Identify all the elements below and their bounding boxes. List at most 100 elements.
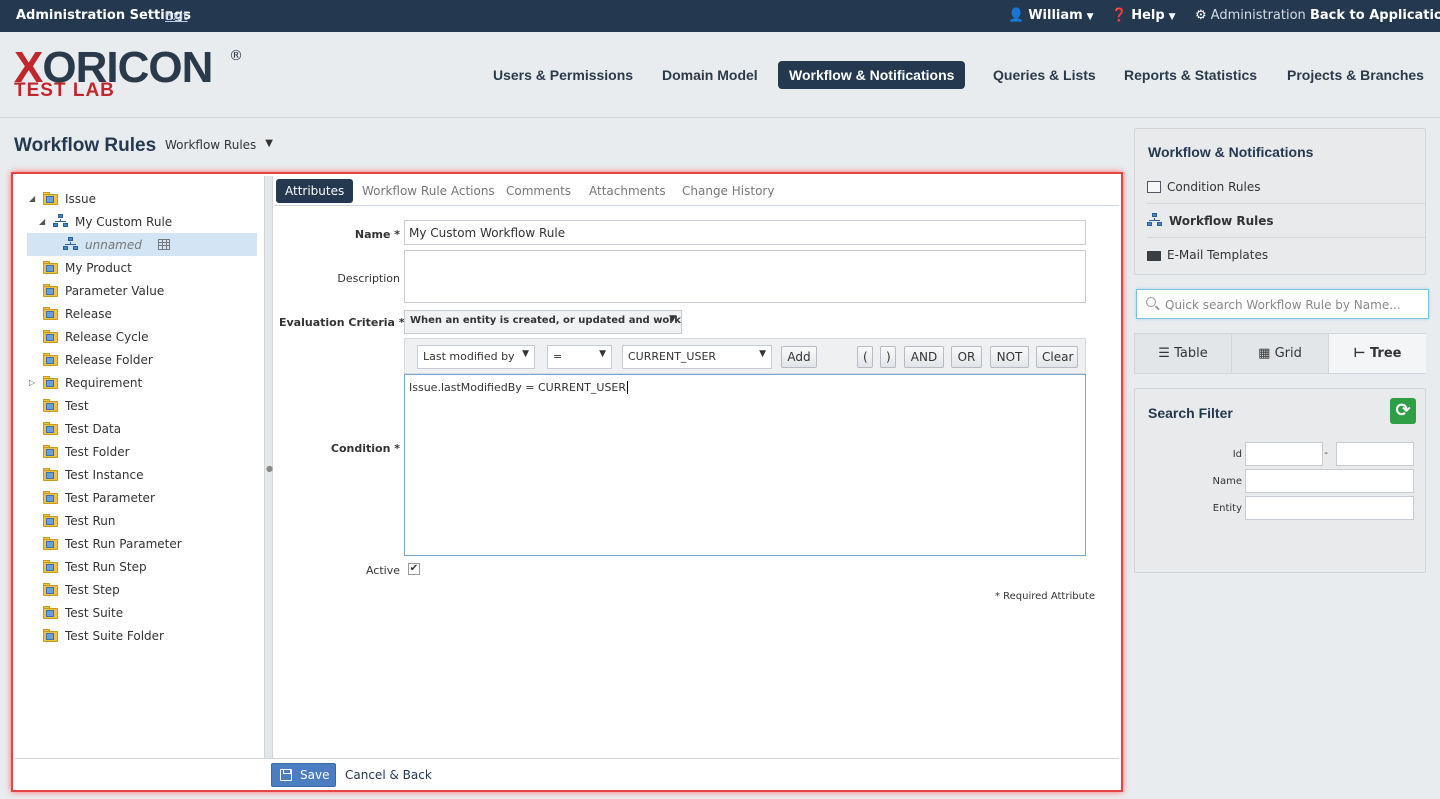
exit-link[interactable]: Exit xyxy=(165,9,188,23)
admin-link[interactable]: ⚙ Administration xyxy=(1195,8,1306,23)
collapse-icon[interactable]: ◢ xyxy=(29,188,35,210)
tree-item[interactable]: Test xyxy=(43,395,89,417)
tab-bar: Attributes Workflow Rule Actions Comment… xyxy=(274,176,1119,206)
view-table-button[interactable]: ☰ Table xyxy=(1135,334,1232,373)
user-icon: 👤 xyxy=(1008,8,1025,23)
sidebar-item-label: Condition Rules xyxy=(1167,180,1261,194)
nav-projects-branches[interactable]: Projects & Branches xyxy=(1276,61,1435,89)
view-tree-button[interactable]: ⊢ Tree xyxy=(1329,334,1426,373)
folder-icon xyxy=(43,284,59,297)
chevron-down-icon: ▼ xyxy=(265,138,273,149)
tree-item-label: Test Instance xyxy=(65,468,144,482)
folder-icon xyxy=(43,353,59,366)
save-button[interactable]: Save xyxy=(271,763,336,787)
user-menu[interactable]: 👤 William ▼ xyxy=(1008,8,1094,23)
collapse-icon[interactable]: ◢ xyxy=(39,211,45,233)
nav-users-permissions[interactable]: Users & Permissions xyxy=(482,61,644,89)
quick-search-input[interactable]: Quick search Workflow Rule by Name... xyxy=(1136,289,1429,319)
nav-domain-model[interactable]: Domain Model xyxy=(651,61,769,89)
and-button[interactable]: AND xyxy=(904,346,944,368)
pane-splitter[interactable]: ● xyxy=(265,176,273,758)
filter-id-to-input[interactable] xyxy=(1336,442,1414,466)
tree-item-label: Test Suite xyxy=(65,606,124,620)
tree-item[interactable]: Release Folder xyxy=(43,349,153,371)
description-label: Description xyxy=(337,272,400,285)
filter-name-input[interactable] xyxy=(1245,469,1414,493)
tree-item[interactable]: Release Cycle xyxy=(43,326,149,348)
sidebar-item-email-templates[interactable]: E-Mail Templates xyxy=(1147,239,1425,272)
tree-item-label: Test xyxy=(65,399,89,413)
folder-icon xyxy=(43,491,59,504)
open-paren-button[interactable]: ( xyxy=(857,346,873,368)
not-button[interactable]: NOT xyxy=(990,346,1029,368)
folder-icon xyxy=(43,629,59,642)
folder-icon xyxy=(43,399,59,412)
tree-item-issue[interactable]: ◢ Issue xyxy=(29,188,96,210)
tree-item[interactable]: Test Suite xyxy=(43,602,123,624)
nav-queries-lists[interactable]: Queries & Lists xyxy=(982,61,1107,89)
sidebar-item-workflow-rules[interactable]: Workflow Rules xyxy=(1147,205,1425,238)
chevron-down-icon: ▼ xyxy=(1168,12,1176,22)
tab-attachments[interactable]: Attachments xyxy=(580,179,675,203)
save-icon xyxy=(280,769,292,781)
tree-item[interactable]: My Product xyxy=(43,257,132,279)
tab-change-history[interactable]: Change History xyxy=(673,179,783,203)
tree-item-label: unnamed xyxy=(85,238,142,252)
tree-item[interactable]: Release xyxy=(43,303,112,325)
tab-comments[interactable]: Comments xyxy=(497,179,580,203)
condition-field[interactable]: Issue.lastModifiedBy = CURRENT_USER xyxy=(404,374,1086,556)
grid-icon[interactable] xyxy=(157,239,170,250)
cancel-back-link[interactable]: Cancel & Back xyxy=(345,768,432,782)
description-field[interactable] xyxy=(404,250,1086,303)
tree-item[interactable]: Test Suite Folder xyxy=(43,625,164,647)
text-cursor xyxy=(627,381,629,394)
folder-icon xyxy=(43,583,59,596)
view-select[interactable]: Workflow Rules ▼ xyxy=(165,138,277,152)
tree-item[interactable]: Test Parameter xyxy=(43,487,155,509)
sidebar-item-label: E-Mail Templates xyxy=(1167,248,1269,262)
sidebar-item-label: Workflow Rules xyxy=(1169,214,1274,228)
tree-item[interactable]: ▷ Requirement xyxy=(29,372,142,394)
tree-item-unnamed[interactable]: unnamed xyxy=(63,234,170,256)
nav-reports-statistics[interactable]: Reports & Statistics xyxy=(1113,61,1268,89)
name-input[interactable] xyxy=(404,220,1086,245)
help-menu[interactable]: ❓ Help ▼ xyxy=(1111,8,1176,23)
evaluation-criteria-select[interactable]: When an entity is created, or updated an… xyxy=(404,310,682,334)
refresh-icon[interactable]: ⟳ xyxy=(1390,398,1416,424)
chevron-down-icon: ▼ xyxy=(522,349,529,359)
operator-select[interactable]: = ▼ xyxy=(547,345,612,369)
tree-item[interactable]: Test Instance xyxy=(43,464,144,486)
expand-icon[interactable]: ▷ xyxy=(29,372,35,394)
tree-item-custom-rule[interactable]: ◢ My Custom Rule xyxy=(39,211,172,233)
clear-button[interactable]: Clear xyxy=(1036,346,1078,368)
back-to-application-link[interactable]: Back to Application xyxy=(1310,8,1440,23)
sidebar-item-condition-rules[interactable]: Condition Rules xyxy=(1147,171,1425,204)
tree-item[interactable]: Test Data xyxy=(43,418,121,440)
tree-item[interactable]: Test Run xyxy=(43,510,115,532)
tab-attributes[interactable]: Attributes xyxy=(276,179,354,203)
add-condition-button[interactable]: Add xyxy=(781,346,817,368)
tree-item[interactable]: Test Run Parameter xyxy=(43,533,182,555)
value-select[interactable]: CURRENT_USER ▼ xyxy=(622,345,772,369)
tab-workflow-rule-actions[interactable]: Workflow Rule Actions xyxy=(353,179,504,203)
splitter-grip-icon[interactable]: ● xyxy=(266,464,273,473)
tree-item[interactable]: Parameter Value xyxy=(43,280,164,302)
close-paren-button[interactable]: ) xyxy=(880,346,896,368)
tree-item[interactable]: Test Folder xyxy=(43,441,130,463)
view-grid-button[interactable]: ▦ Grid xyxy=(1232,334,1329,373)
help-icon: ❓ xyxy=(1111,8,1128,23)
search-placeholder: Quick search Workflow Rule by Name... xyxy=(1165,298,1401,312)
top-bar: Administration Settings Exit 👤 William ▼ ❓… xyxy=(0,0,1440,32)
condition-text: Issue.lastModifiedBy = CURRENT_USER xyxy=(409,381,627,394)
field-select[interactable]: Last modified by ▼ xyxy=(417,345,535,369)
nav-workflow-notifications[interactable]: Workflow & Notifications xyxy=(778,61,966,89)
folder-icon xyxy=(43,376,59,389)
tree-item-label: Release Folder xyxy=(65,353,153,367)
search-icon xyxy=(1146,297,1156,307)
filter-entity-input[interactable] xyxy=(1245,496,1414,520)
tree-item[interactable]: Test Step xyxy=(43,579,120,601)
or-button[interactable]: OR xyxy=(951,346,982,368)
active-checkbox[interactable]: ✔ xyxy=(408,563,420,575)
folder-icon xyxy=(43,537,59,550)
tree-item[interactable]: Test Run Step xyxy=(43,556,147,578)
